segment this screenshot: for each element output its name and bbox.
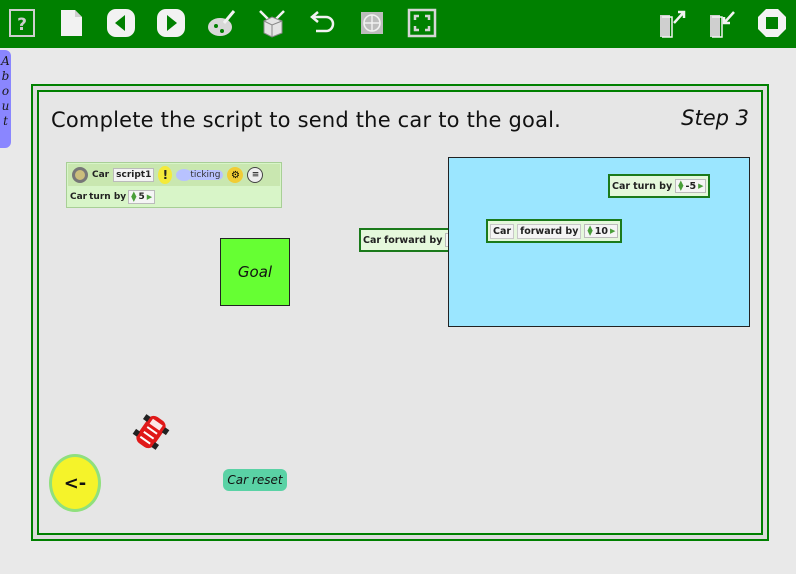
car-sprite[interactable] [127, 408, 175, 456]
tile-forward-10[interactable]: Car forward by ▲ ▼ 10 ▶ [486, 219, 623, 243]
paint-icon[interactable] [205, 6, 239, 40]
tile-robot: Car [612, 180, 631, 192]
tile-robot: Car [363, 234, 382, 246]
car-reset-button[interactable]: Car reset [223, 469, 287, 491]
menu-icon[interactable]: ≡ [247, 167, 264, 183]
project-page: Complete the script to send the car to t… [37, 90, 763, 535]
toolbar: ? [0, 0, 796, 48]
new-page-icon[interactable] [54, 6, 88, 40]
undo-icon[interactable] [305, 6, 339, 40]
number-field[interactable]: ▲ ▼ 5 ▶ [128, 190, 156, 204]
up-down-arrows-icon[interactable]: ▲▼ [131, 191, 136, 203]
tile-verb: forward by [517, 223, 582, 239]
script-name-field[interactable]: script1 [113, 168, 155, 182]
instruction-text: Complete the script to send the car to t… [51, 108, 562, 132]
about-tab[interactable]: A b o u t [0, 50, 11, 148]
goal-box[interactable]: Goal [220, 238, 290, 306]
up-down-arrows-icon[interactable]: ▲▼ [587, 225, 592, 237]
cut-copy-paste-icon[interactable] [255, 6, 289, 40]
svg-text:?: ? [17, 15, 27, 35]
tile-turn-neg5[interactable]: Car turn by ▲ ▼ -5 ▶ [608, 174, 711, 198]
badge-icon[interactable]: ⚙ [227, 167, 244, 183]
stop-all-icon[interactable] [755, 6, 789, 40]
help-icon[interactable]: ? [5, 6, 39, 40]
project-frame: Complete the script to send the car to t… [31, 84, 769, 541]
ticking-label: ticking [187, 170, 224, 180]
tile-verb: forward by [384, 234, 443, 246]
run-script-icon[interactable] [72, 167, 88, 183]
number-value: -5 [685, 180, 697, 192]
about-letter: b [1, 69, 10, 83]
number-field[interactable]: ▲▼ -5 ▶ [675, 179, 707, 193]
about-letter: A [1, 54, 10, 68]
alert-icon[interactable]: ! [158, 166, 173, 184]
load-from-file-icon[interactable] [705, 6, 739, 40]
publish-icon[interactable] [355, 6, 389, 40]
number-value: 5 [138, 192, 145, 202]
up-down-arrows-icon[interactable]: ▲▼ [678, 180, 683, 192]
number-field[interactable]: ▲ ▼ 10 ▶ [584, 224, 619, 238]
script-editor[interactable]: Car script1 ! ticking ⚙ ≡ Car turn by ▲ ▼… [66, 162, 282, 208]
next-page-icon[interactable] [154, 6, 188, 40]
editor-turn-tile[interactable]: Car turn by ▲ ▼ 5 ▶ [68, 188, 156, 206]
tile-verb: turn by [633, 180, 673, 192]
back-button[interactable]: <- [49, 454, 101, 512]
about-letter: o [1, 84, 10, 98]
editor-robot-name: Car [92, 170, 110, 180]
about-letter: t [3, 114, 8, 128]
tile-robot: Car [490, 223, 515, 239]
right-arrow-icon[interactable]: ▶ [147, 193, 152, 201]
right-arrow-icon[interactable]: ▶ [698, 182, 703, 190]
fullscreen-icon[interactable] [405, 6, 439, 40]
save-to-file-icon[interactable] [655, 6, 689, 40]
previous-page-icon[interactable] [104, 6, 138, 40]
number-value: 10 [594, 225, 609, 237]
about-letter: u [1, 99, 10, 113]
tile-robot: Car [70, 192, 88, 202]
step-label: Step 3 [681, 106, 749, 130]
editor-header: Car script1 ! ticking ⚙ ≡ [68, 164, 280, 186]
tile-verb: turn by [89, 192, 127, 202]
right-arrow-icon[interactable]: ▶ [610, 227, 615, 235]
